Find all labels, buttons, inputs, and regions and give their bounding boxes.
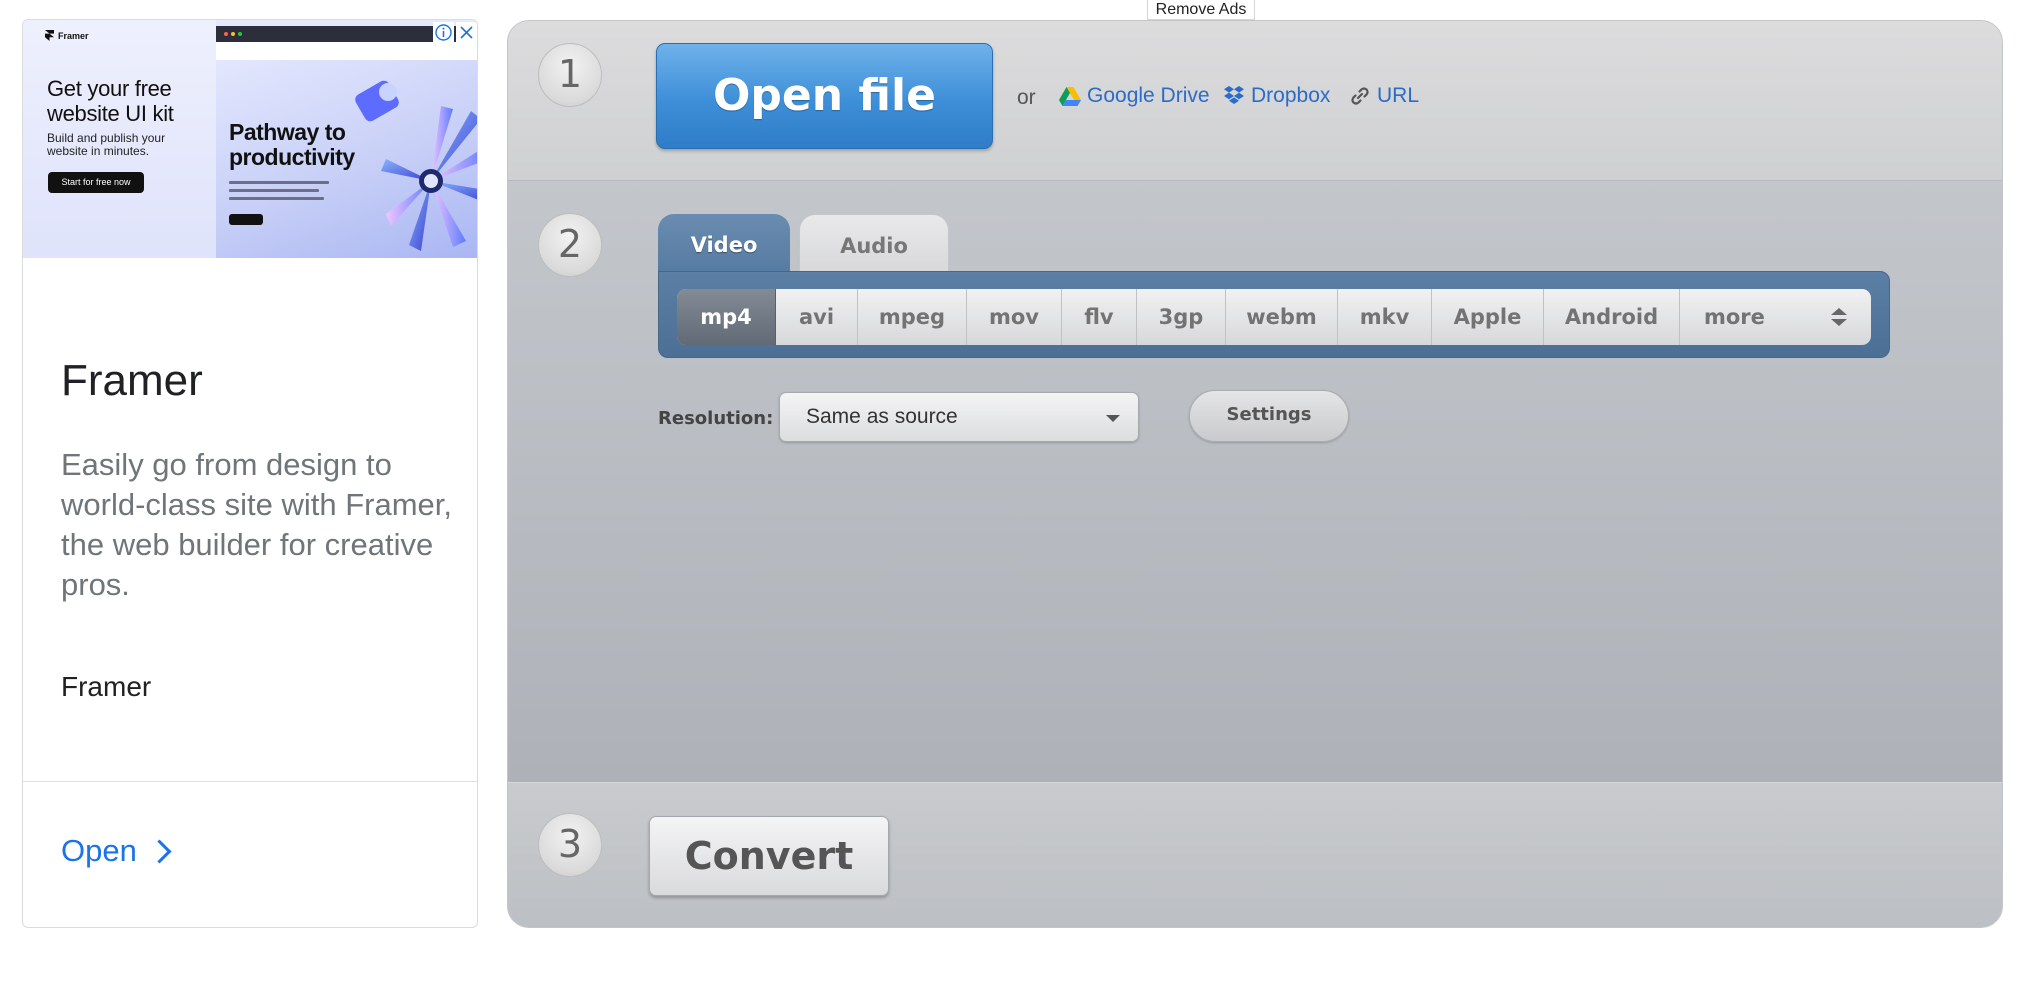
ad-banner-screenshot: Pathway to productivity: [216, 26, 477, 258]
tab-video[interactable]: Video: [658, 214, 790, 276]
resolution-label: Resolution:: [658, 408, 774, 429]
ad-divider: [23, 781, 477, 782]
format-mov[interactable]: mov: [967, 289, 1062, 345]
remove-ads-link[interactable]: Remove Ads: [1147, 0, 1255, 20]
google-drive-link[interactable]: Google Drive: [1059, 84, 1210, 108]
format-webm[interactable]: webm: [1226, 289, 1338, 345]
format-avi[interactable]: avi: [776, 289, 858, 345]
ad-banner-left: Framer Get your free website UI kit Buil…: [23, 20, 216, 258]
resolution-select[interactable]: Same as source: [779, 392, 1139, 442]
format-apple[interactable]: Apple: [1432, 289, 1544, 345]
tab-audio[interactable]: Audio: [799, 214, 949, 276]
ad-banner-image[interactable]: Framer Get your free website UI kit Buil…: [23, 20, 477, 258]
ad-controls: [433, 22, 477, 43]
step-number-3: 3: [538, 813, 602, 877]
ad-panel[interactable]: Framer Get your free website UI kit Buil…: [22, 19, 478, 928]
url-link[interactable]: URL: [1349, 84, 1419, 108]
ad-open-button[interactable]: Open: [61, 833, 172, 869]
browser-nav: [216, 42, 477, 60]
framer-logo: Framer: [45, 30, 89, 41]
dropbox-icon: [1224, 86, 1244, 104]
format-panel: mp4 avi mpeg mov flv 3gp webm mkv Apple …: [658, 271, 1890, 358]
ad-banner-screenshot-button: [229, 214, 263, 225]
format-mp4[interactable]: mp4: [677, 289, 776, 345]
format-flv[interactable]: flv: [1062, 289, 1137, 345]
link-icon: [1351, 87, 1369, 105]
ad-banner-screenshot-headline: Pathway to productivity: [229, 119, 355, 170]
close-icon[interactable]: [456, 22, 477, 43]
format-3gp[interactable]: 3gp: [1137, 289, 1226, 345]
google-drive-icon: [1059, 86, 1081, 106]
chevron-down-icon: [1106, 415, 1120, 422]
format-more-select[interactable]: more: [1680, 289, 1871, 345]
step-number-2: 2: [538, 213, 602, 277]
resolution-value: Same as source: [806, 405, 958, 428]
convert-button[interactable]: Convert: [649, 816, 889, 896]
chevron-right-icon: [147, 838, 172, 864]
ad-banner-screenshot-text: [229, 181, 329, 207]
up-down-arrows-icon: [1831, 308, 1847, 326]
ad-banner-headline: Get your free website UI kit: [47, 76, 174, 126]
format-android[interactable]: Android: [1544, 289, 1680, 345]
ad-advertiser: Framer: [61, 671, 152, 702]
url-label: URL: [1377, 84, 1420, 107]
format-more-label: more: [1704, 305, 1765, 329]
ad-open-label: Open: [61, 833, 137, 868]
dropbox-link[interactable]: Dropbox: [1223, 84, 1330, 108]
settings-button[interactable]: Settings: [1189, 390, 1349, 442]
google-drive-label: Google Drive: [1087, 84, 1210, 107]
converter-panel: 1 2 3 Open file or Google Drive Dropbox: [507, 20, 2003, 928]
ad-title: Framer: [61, 356, 203, 405]
format-bar: mp4 avi mpeg mov flv 3gp webm mkv Apple …: [677, 289, 1871, 345]
or-label: or: [1017, 86, 1036, 109]
framer-logo-icon: [45, 30, 54, 41]
open-file-button[interactable]: Open file: [656, 43, 993, 149]
info-icon[interactable]: [433, 22, 454, 43]
dropbox-label: Dropbox: [1251, 84, 1331, 107]
ad-banner-subtext: Build and publish your website in minute…: [47, 131, 166, 158]
step-number-1: 1: [538, 43, 602, 107]
format-mkv[interactable]: mkv: [1338, 289, 1432, 345]
format-mpeg[interactable]: mpeg: [858, 289, 967, 345]
ad-banner-logo-text: Framer: [58, 30, 89, 41]
ad-banner-cta[interactable]: Start for free now: [48, 172, 144, 193]
ad-description: Easily go from design to world-class sit…: [61, 447, 453, 602]
